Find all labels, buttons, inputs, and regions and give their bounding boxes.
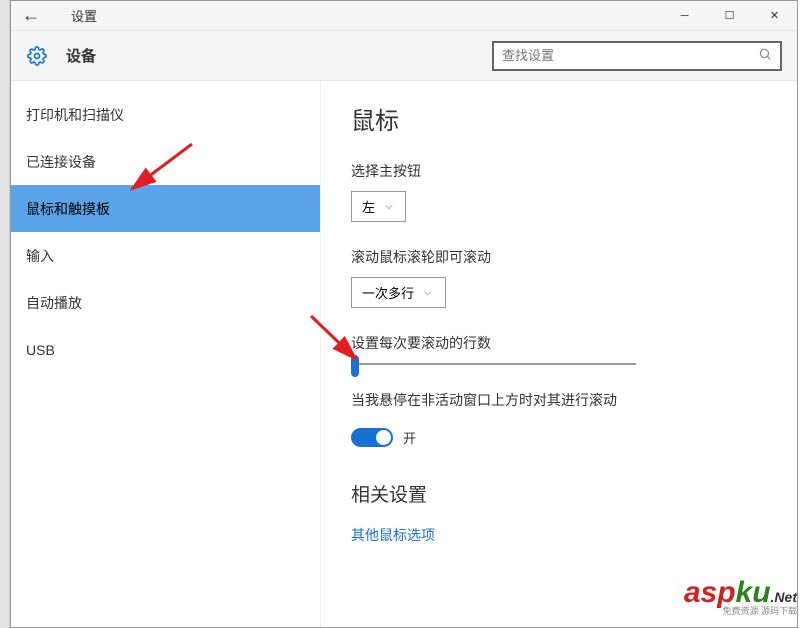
- toggle-switch[interactable]: [351, 428, 393, 447]
- scroll-lines-group: 设置每次要滚动的行数: [351, 333, 767, 365]
- chevron-down-icon: ⌵: [385, 201, 393, 212]
- settings-window: ← 设置 ─ ☐ ✕ 设备 打印机和扫描仪 已连接设备 鼠标和触摸板 输入 自动…: [10, 0, 798, 628]
- search-box[interactable]: [492, 41, 782, 71]
- left-strip: [0, 0, 10, 628]
- sidebar: 打印机和扫描仪 已连接设备 鼠标和触摸板 输入 自动播放 USB: [11, 81, 321, 627]
- primary-button-group: 选择主按钮 左 ⌵: [351, 161, 767, 222]
- sidebar-item-typing[interactable]: 输入: [11, 232, 320, 279]
- scroll-wheel-value: 一次多行: [362, 283, 414, 302]
- header-title: 设备: [66, 45, 96, 66]
- primary-button-label: 选择主按钮: [351, 161, 767, 181]
- maximize-button[interactable]: ☐: [707, 1, 752, 31]
- window-controls: ─ ☐ ✕: [662, 1, 797, 31]
- close-button[interactable]: ✕: [752, 1, 797, 31]
- other-mouse-options-link[interactable]: 其他鼠标选项: [351, 525, 767, 545]
- content: 打印机和扫描仪 已连接设备 鼠标和触摸板 输入 自动播放 USB 鼠标 选择主按…: [11, 81, 797, 627]
- sidebar-item-mouse[interactable]: 鼠标和触摸板: [11, 185, 320, 232]
- scroll-wheel-group: 滚动鼠标滚轮即可滚动 一次多行 ⌵: [351, 247, 767, 308]
- header: 设备: [11, 31, 797, 81]
- minimize-button[interactable]: ─: [662, 1, 707, 31]
- gear-icon: [26, 45, 48, 67]
- primary-button-select[interactable]: 左 ⌵: [351, 191, 406, 222]
- scroll-lines-label: 设置每次要滚动的行数: [351, 333, 767, 353]
- search-icon: [758, 47, 772, 64]
- watermark-suffix: .Net: [771, 589, 797, 605]
- toggle-knob: [376, 430, 391, 445]
- page-title: 鼠标: [351, 101, 767, 136]
- inactive-hover-label: 当我悬停在非活动窗口上方时对其进行滚动: [351, 390, 767, 410]
- watermark: aspku.Net 免费资源 源码下载: [684, 576, 797, 617]
- back-button[interactable]: ←: [11, 1, 51, 31]
- sidebar-item-printers[interactable]: 打印机和扫描仪: [11, 91, 320, 138]
- titlebar: ← 设置 ─ ☐ ✕: [11, 1, 797, 31]
- sidebar-item-usb[interactable]: USB: [11, 326, 320, 373]
- main-panel: 鼠标 选择主按钮 左 ⌵ 滚动鼠标滚轮即可滚动 一次多行 ⌵ 设置每次要滚动的行…: [321, 81, 797, 627]
- scroll-lines-slider[interactable]: [351, 363, 636, 365]
- inactive-hover-group: 当我悬停在非活动窗口上方时对其进行滚动 开: [351, 390, 767, 452]
- sidebar-item-connected[interactable]: 已连接设备: [11, 138, 320, 185]
- sidebar-item-autoplay[interactable]: 自动播放: [11, 279, 320, 326]
- scroll-wheel-select[interactable]: 一次多行 ⌵: [351, 277, 446, 308]
- search-input[interactable]: [502, 48, 758, 63]
- primary-button-value: 左: [362, 197, 375, 216]
- scroll-wheel-label: 滚动鼠标滚轮即可滚动: [351, 247, 767, 267]
- related-title: 相关设置: [351, 480, 767, 507]
- inactive-hover-toggle: 开: [351, 428, 416, 447]
- toggle-state-label: 开: [403, 428, 416, 447]
- window-title: 设置: [71, 6, 97, 25]
- slider-thumb[interactable]: [351, 355, 359, 377]
- chevron-down-icon: ⌵: [424, 287, 432, 298]
